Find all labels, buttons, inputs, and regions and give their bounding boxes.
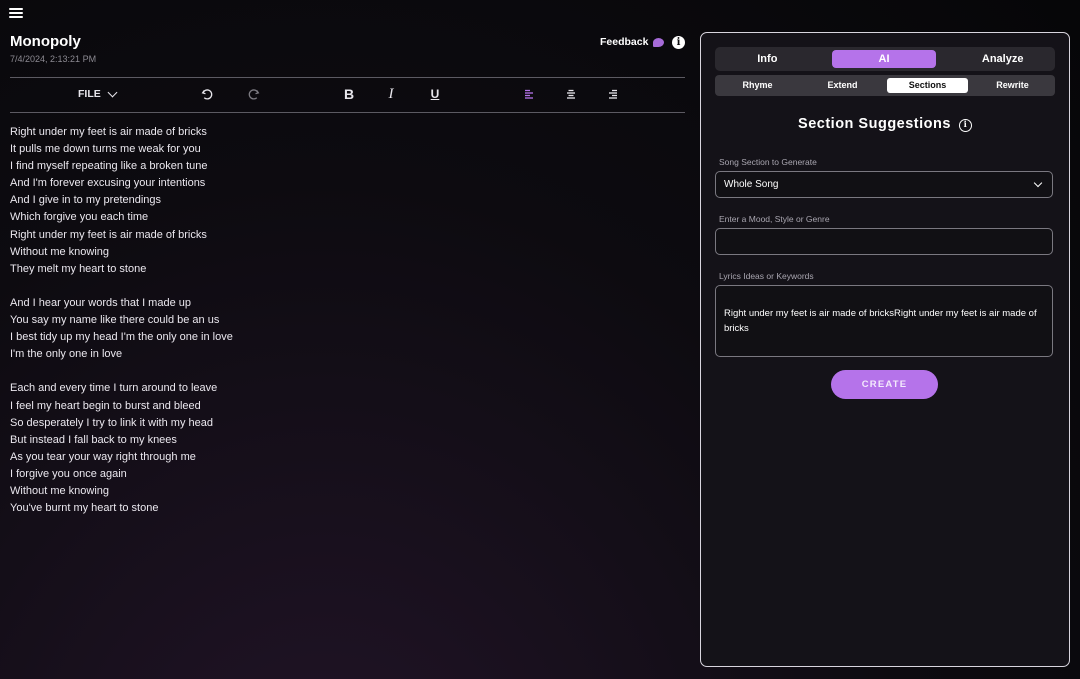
lyric-line[interactable]: They melt my heart to stone [10,261,233,278]
italic-icon[interactable]: I [381,84,401,104]
lyric-line[interactable]: Without me knowing [10,483,233,500]
lyric-line[interactable]: And I'm forever excusing your intentions [10,175,233,192]
lyrics-stanza: And I hear your words that I made up You… [10,295,233,363]
subtab-sections[interactable]: Sections [887,78,968,93]
info-icon[interactable]: i [672,36,685,49]
ideas-label: Lyrics Ideas or Keywords [719,271,814,281]
underline-icon[interactable]: U [425,84,445,104]
lyric-line[interactable]: Right under my feet is air made of brick… [10,124,233,141]
lyric-line[interactable]: You say my name like there could be an u… [10,312,233,329]
toolbar-top-divider [10,77,685,78]
chat-bubble-icon [653,37,665,47]
section-label: Song Section to Generate [719,157,817,167]
lyric-line[interactable]: Which forgive you each time [10,209,233,226]
tab-analyze[interactable]: Analyze [950,47,1055,71]
create-button[interactable]: CREATE [831,370,938,399]
lyrics-ideas-textarea[interactable]: Right under my feet is air made of brick… [715,285,1053,357]
feedback-label: Feedback [600,36,649,48]
lyric-line[interactable]: As you tear your way right through me [10,449,233,466]
lyric-line[interactable]: You've burnt my heart to stone [10,500,233,517]
lyric-line[interactable]: So desperately I try to link it with my … [10,415,233,432]
align-right-icon[interactable] [603,84,623,104]
chevron-down-icon [107,87,118,98]
subtab-extend[interactable]: Extend [802,78,883,93]
hamburger-menu-icon[interactable] [9,6,23,20]
redo-icon[interactable] [243,84,263,104]
subtab-rhyme[interactable]: Rhyme [717,78,798,93]
ai-subtabs: Rhyme Extend Sections Rewrite [715,75,1055,96]
lyric-line[interactable]: I forgive you once again [10,466,233,483]
tab-info[interactable]: Info [715,47,820,71]
file-label: FILE [78,88,101,100]
lyric-line[interactable]: I best tidy up my head I'm the only one … [10,329,233,346]
lyric-line[interactable]: It pulls me down turns me weak for you [10,141,233,158]
lyrics-editor[interactable]: Right under my feet is air made of brick… [10,124,233,534]
lyric-line[interactable]: I feel my heart begin to burst and bleed [10,398,233,415]
undo-icon[interactable] [197,84,217,104]
section-select-value: Whole Song [724,179,779,190]
lyric-line[interactable]: But instead I fall back to my knees [10,432,233,449]
file-menu-button[interactable]: FILE [78,84,118,104]
bold-icon[interactable]: B [339,84,359,104]
mood-label: Enter a Mood, Style or Genre [719,214,830,224]
tab-ai[interactable]: AI [831,50,937,68]
align-center-icon[interactable] [561,84,581,104]
panel-tabs: Info AI Analyze [715,47,1055,71]
toolbar-bottom-divider [10,112,685,113]
section-title-text: Section Suggestions [798,116,951,132]
subtab-rewrite[interactable]: Rewrite [972,78,1053,93]
section-suggestions-heading: Section Suggestions i [701,116,1069,132]
mood-input[interactable] [715,228,1053,255]
song-date: 7/4/2024, 2:13:21 PM [10,54,97,64]
feedback-button[interactable]: Feedback [600,36,665,48]
lyric-line[interactable]: And I give in to my pretendings [10,192,233,209]
align-left-icon[interactable] [519,84,539,104]
section-select[interactable]: Whole Song [715,171,1053,198]
lyric-line[interactable]: I'm the only one in love [10,346,233,363]
lyric-line[interactable]: Right under my feet is air made of brick… [10,227,233,244]
lyrics-stanza: Each and every time I turn around to lea… [10,380,233,517]
lyric-line[interactable]: Without me knowing [10,244,233,261]
chevron-down-icon [1033,178,1043,188]
song-title: Monopoly [10,33,81,50]
ai-side-panel: Info AI Analyze Rhyme Extend Sections Re… [700,32,1070,667]
lyric-line[interactable]: And I hear your words that I made up [10,295,233,312]
lyric-line[interactable]: Each and every time I turn around to lea… [10,380,233,397]
lyrics-stanza: Right under my feet is air made of brick… [10,124,233,278]
lyric-line[interactable]: I find myself repeating like a broken tu… [10,158,233,175]
info-icon[interactable]: i [958,119,972,132]
